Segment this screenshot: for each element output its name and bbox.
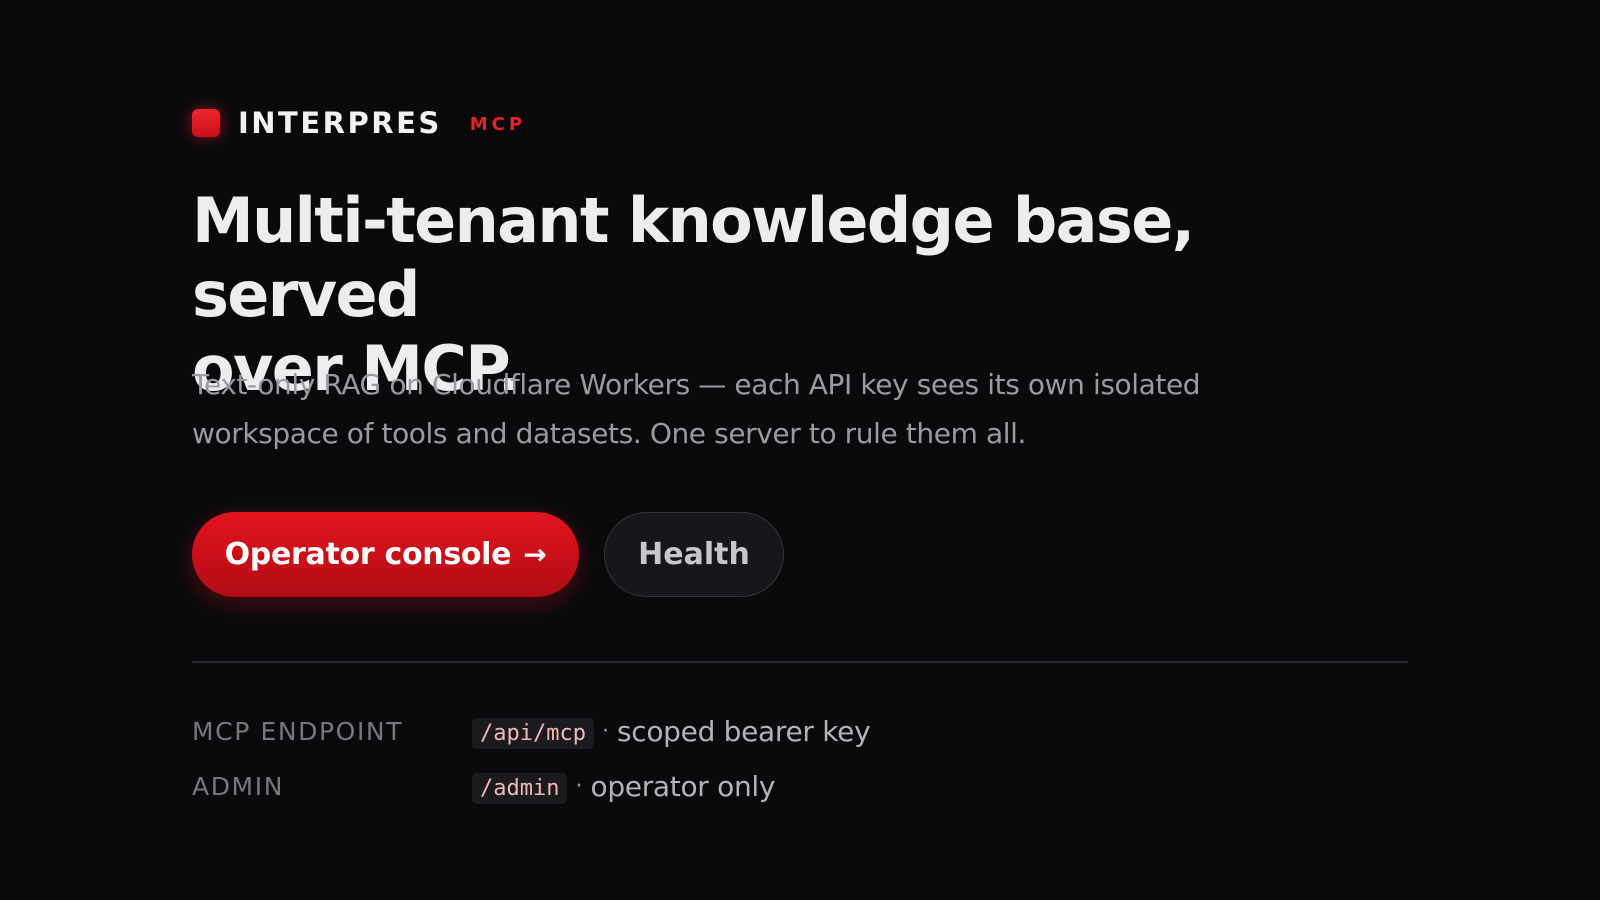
info-description: scoped bearer key: [616, 714, 871, 748]
separator-dot: ·: [575, 773, 583, 799]
brand-name: INTERPRES: [238, 106, 442, 140]
brand-logo-icon: [192, 109, 220, 137]
separator-dot: ·: [601, 718, 609, 744]
info-description: operator only: [590, 769, 776, 803]
health-label: Health: [638, 537, 750, 572]
arrow-right-icon: →: [523, 538, 547, 571]
brand-header: INTERPRES MCP: [192, 106, 527, 140]
info-row-admin: ADMIN /admin · operator only: [192, 768, 1408, 804]
endpoint-code: /api/mcp: [472, 717, 594, 749]
page-subtitle: Text-only RAG on Cloudflare Workers — ea…: [192, 360, 1332, 458]
brand-tag: MCP: [469, 113, 527, 135]
operator-console-button[interactable]: Operator console →: [192, 512, 579, 597]
admin-code: /admin: [472, 772, 568, 804]
subtitle-line-1: Text-only RAG on Cloudflare Workers — ea…: [192, 368, 1201, 401]
operator-console-label: Operator console: [224, 537, 512, 572]
info-row-mcp-endpoint: MCP ENDPOINT /api/mcp · scoped bearer ke…: [192, 713, 1408, 749]
info-label: ADMIN: [192, 771, 284, 801]
subtitle-line-2: workspace of tools and datasets. One ser…: [192, 417, 1026, 450]
headline-line-1: Multi-tenant knowledge base, served: [192, 184, 1195, 331]
landing-page: INTERPRES MCP Multi-tenant knowledge bas…: [192, 0, 1408, 900]
health-button[interactable]: Health: [604, 512, 784, 597]
divider: [192, 661, 1408, 663]
info-label: MCP ENDPOINT: [192, 716, 404, 746]
